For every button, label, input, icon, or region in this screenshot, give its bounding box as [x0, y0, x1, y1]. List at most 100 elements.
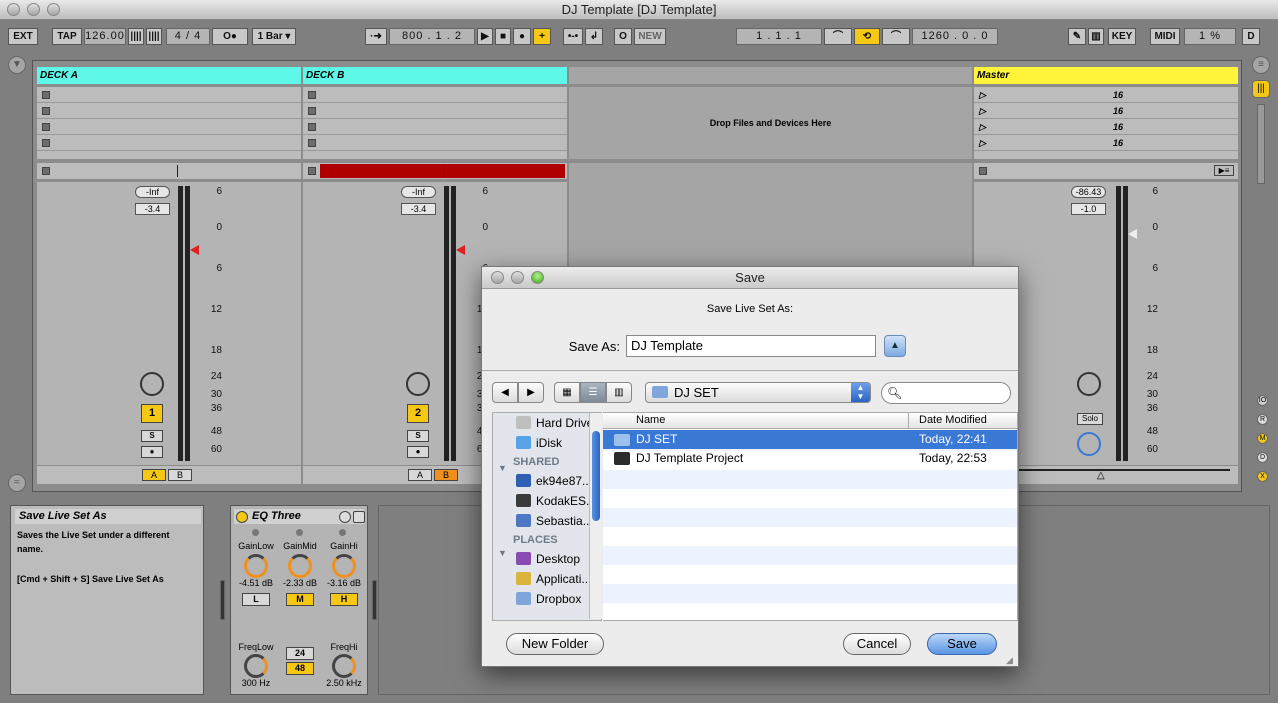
crossfader-handle-icon[interactable]: △: [1097, 470, 1105, 481]
freq-low-value[interactable]: 300 Hz: [231, 678, 281, 688]
clip-stop-icon[interactable]: [308, 139, 316, 147]
sidebar-item-idisk[interactable]: iDisk: [493, 433, 601, 453]
forward-icon[interactable]: ▶: [518, 382, 544, 403]
nudge-up-icon[interactable]: ||||: [146, 28, 162, 45]
solo-button-deck-a[interactable]: S: [141, 430, 163, 442]
volume-readout-deck-b[interactable]: -Inf: [401, 186, 436, 198]
ext-sync-button[interactable]: EXT: [8, 28, 38, 45]
name-column-header[interactable]: Name: [636, 414, 665, 426]
scene-launch-row[interactable]: ▷ 16: [974, 135, 1238, 151]
new-clip-button[interactable]: NEW: [634, 28, 666, 45]
freq-hi-value[interactable]: 2.50 kHz: [319, 678, 369, 688]
crossfade-a-button-deck-b[interactable]: A: [408, 469, 432, 481]
crossfade-a-button-deck-a[interactable]: A: [142, 469, 166, 481]
clip-stop-icon[interactable]: [308, 91, 316, 99]
gain-hi-value[interactable]: -3.16 dB: [319, 578, 369, 588]
gain-hi-knob[interactable]: [332, 554, 356, 578]
freq-low-knob[interactable]: [244, 654, 268, 678]
back-to-arrangement-icon[interactable]: ↲: [585, 28, 603, 45]
new-folder-button[interactable]: New Folder: [506, 633, 604, 655]
volume-readout-master[interactable]: -86.43: [1071, 186, 1106, 198]
device-power-icon[interactable]: [236, 511, 248, 523]
volume-readout-deck-a[interactable]: -Inf: [135, 186, 170, 198]
dialog-zoom-button[interactable]: [531, 271, 544, 284]
key-map-button[interactable]: KEY: [1108, 28, 1136, 45]
back-icon[interactable]: ◀: [492, 382, 518, 403]
quantization-menu[interactable]: 1 Bar ▾: [252, 28, 296, 45]
clip-slot[interactable]: [303, 135, 567, 151]
clip-stop-button-deck-a[interactable]: [42, 167, 50, 175]
list-view-icon[interactable]: ☰: [580, 382, 606, 403]
zoom-window-button[interactable]: [47, 3, 60, 16]
file-row-selected[interactable]: DJ SET Today, 22:41: [603, 430, 1017, 449]
clip-stop-button-deck-b[interactable]: [308, 167, 316, 175]
scene-play-icon[interactable]: ▷: [979, 103, 986, 119]
solo-button-deck-b[interactable]: S: [407, 430, 429, 442]
draw-mode-icon[interactable]: ✎: [1068, 28, 1086, 45]
record-icon[interactable]: ●: [513, 28, 531, 45]
file-row[interactable]: DJ Template Project Today, 22:53: [603, 449, 1017, 468]
device-chain-scroll-left[interactable]: [220, 580, 225, 620]
column-view-icon[interactable]: ▥: [606, 382, 632, 403]
midi-map-button[interactable]: MIDI: [1150, 28, 1180, 45]
clip-slot[interactable]: [37, 103, 301, 119]
mixer-toggle-icon[interactable]: M: [1257, 433, 1268, 444]
cancel-button[interactable]: Cancel: [843, 633, 911, 655]
loop-switch-icon[interactable]: ⟲: [854, 28, 880, 45]
gain-low-value[interactable]: -4.51 dB: [231, 578, 281, 588]
gain-mid-knob[interactable]: [288, 554, 312, 578]
delay-toggle-icon[interactable]: D: [1257, 452, 1268, 463]
tap-tempo-button[interactable]: TAP: [52, 28, 82, 45]
scene-play-icon[interactable]: ▷: [979, 119, 986, 135]
drop-files-area[interactable]: Drop Files and Devices Here: [569, 87, 972, 159]
punch-in-icon[interactable]: ⌒: [824, 28, 852, 45]
icon-view-icon[interactable]: ▦: [554, 382, 580, 403]
source-list-scroll-thumb[interactable]: [592, 431, 600, 521]
clip-slot[interactable]: [303, 119, 567, 135]
sidebar-item-desktop[interactable]: Desktop: [493, 549, 601, 569]
clip-stop-icon[interactable]: [42, 139, 50, 147]
punch-icon[interactable]: O: [614, 28, 632, 45]
browser-toggle-icon[interactable]: ▼: [8, 56, 26, 74]
scene-play-icon[interactable]: ▷: [979, 135, 986, 151]
scene-launch-row[interactable]: ▷ 16: [974, 87, 1238, 103]
peak-readout-deck-b[interactable]: -3.4: [401, 203, 436, 215]
crossfader-track[interactable]: [1010, 469, 1230, 471]
overdub-icon[interactable]: +: [533, 28, 551, 45]
expand-dialog-button[interactable]: ▲: [884, 335, 906, 357]
nudge-down-icon[interactable]: ||||: [128, 28, 144, 45]
pan-knob-deck-b[interactable]: [406, 372, 430, 396]
filename-input[interactable]: DJ Template: [626, 335, 876, 357]
low-on-button[interactable]: L: [242, 593, 270, 606]
track-title-deck-b[interactable]: DECK B: [303, 67, 567, 84]
stop-icon[interactable]: ■: [495, 28, 511, 45]
sidebar-item-shared-1[interactable]: ek94e87...: [493, 471, 601, 491]
gain-low-knob[interactable]: [244, 554, 268, 578]
pan-knob-deck-a[interactable]: [140, 372, 164, 396]
device-chain-scroll-right[interactable]: [372, 580, 377, 620]
scene-launch-row[interactable]: ▷ 16: [974, 119, 1238, 135]
play-icon[interactable]: ▶: [477, 28, 493, 45]
slope-48-button[interactable]: 48: [286, 662, 314, 675]
clip-stop-icon[interactable]: [308, 123, 316, 131]
metronome-button[interactable]: O●: [212, 28, 248, 45]
gain-mid-value[interactable]: -2.33 dB: [275, 578, 325, 588]
peak-readout-deck-a[interactable]: -3.4: [135, 203, 170, 215]
source-list-scrollbar[interactable]: [589, 413, 602, 619]
punch-out-icon[interactable]: ⌒: [882, 28, 910, 45]
arm-button-deck-a[interactable]: ●: [141, 446, 163, 458]
location-popup[interactable]: DJ SET: [645, 382, 871, 403]
crossfade-b-button-deck-b[interactable]: B: [434, 469, 458, 481]
track-title-deck-a[interactable]: DECK A: [37, 67, 301, 84]
close-window-button[interactable]: [7, 3, 20, 16]
chevron-up-down-icon[interactable]: ▲ ▼: [851, 383, 870, 402]
places-disclosure-icon[interactable]: ▼: [498, 548, 507, 558]
clip-stop-icon[interactable]: [42, 91, 50, 99]
info-toggle-icon[interactable]: ≈: [8, 474, 26, 492]
track-activator-deck-b[interactable]: 2: [407, 404, 429, 423]
track-activator-deck-a[interactable]: 1: [141, 404, 163, 423]
clip-slot[interactable]: [37, 87, 301, 103]
arrangement-view-icon[interactable]: ≡: [1252, 56, 1270, 74]
clip-slot[interactable]: [37, 135, 301, 151]
track-title-master[interactable]: Master: [974, 67, 1238, 84]
